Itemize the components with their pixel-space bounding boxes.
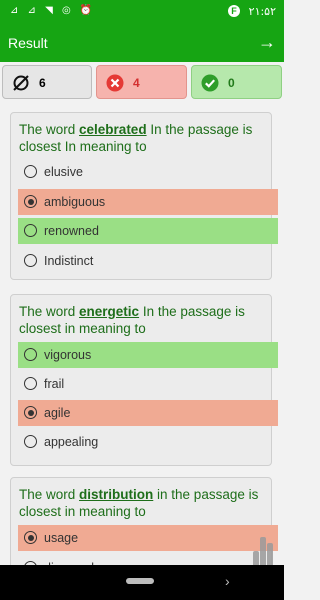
home-pill-icon[interactable] — [126, 578, 154, 584]
target-word: celebrated — [79, 122, 147, 137]
radio-button-selected[interactable] — [24, 195, 37, 208]
radio-button-selected[interactable] — [24, 531, 37, 544]
question-text: The word celebrated In the passage is cl… — [19, 122, 253, 154]
status-time: ۲۱:۵۲ — [248, 5, 276, 18]
page-title: Result — [8, 35, 48, 51]
status-bar: ⊿ ⊿ ◥ ◎ ⏰ F ۲۱:۵۲ — [0, 0, 284, 24]
app-badge-icon: F — [228, 5, 240, 17]
target-word: energetic — [79, 304, 140, 319]
question-card: The word celebrated In the passage is cl… — [10, 112, 278, 280]
target-word: distribution — [79, 487, 154, 502]
option-label: appealing — [44, 435, 99, 449]
skipped-count: 6 — [39, 76, 46, 90]
wrong-stat[interactable]: 4 — [96, 65, 187, 99]
option-label: renowned — [44, 224, 99, 238]
correct-count: 0 — [228, 76, 235, 90]
status-icons: ⊿ ⊿ ◥ ◎ ⏰ — [10, 5, 96, 16]
option-label: elusive — [44, 165, 83, 179]
question-text: The word distribution in the passage is … — [19, 487, 259, 519]
radio-button[interactable] — [24, 377, 37, 390]
app-bar: Result → — [0, 24, 284, 62]
option-frail[interactable]: frail — [18, 371, 278, 397]
option-vigorous[interactable]: vigorous — [18, 342, 278, 368]
x-circle-icon — [106, 74, 124, 92]
option-label: usage — [44, 531, 79, 545]
radio-button[interactable] — [24, 348, 37, 361]
option-label: vigorous — [44, 348, 92, 362]
option-ambiguous[interactable]: ambiguous — [18, 189, 278, 215]
option-indistinct[interactable]: Indistinct — [18, 248, 278, 274]
result-stats: 6 4 0 — [0, 64, 284, 102]
arrow-right-icon[interactable]: → — [258, 33, 276, 51]
option-label: frail — [44, 377, 65, 391]
radio-button[interactable] — [24, 165, 37, 178]
question-card: The word energetic In the passage is clo… — [10, 294, 278, 466]
skipped-stat[interactable]: 6 — [2, 65, 92, 99]
correct-stat[interactable]: 0 — [191, 65, 282, 99]
option-label: agile — [44, 406, 71, 420]
empty-set-icon — [13, 75, 29, 91]
option-appealing[interactable]: appealing — [18, 429, 278, 455]
option-renowned[interactable]: renowned — [18, 218, 278, 244]
radio-button[interactable] — [24, 254, 37, 267]
option-label: ambiguous — [44, 195, 106, 209]
radio-button[interactable] — [24, 435, 37, 448]
option-label: Indistinct — [44, 254, 94, 268]
radio-button-selected[interactable] — [24, 406, 37, 419]
option-usage[interactable]: usage — [18, 525, 278, 551]
question-text: The word energetic In the passage is clo… — [19, 304, 245, 336]
system-nav-bar: › — [0, 565, 284, 600]
option-elusive[interactable]: elusive — [18, 159, 278, 185]
chevron-right-icon[interactable]: › — [225, 573, 230, 589]
radio-button[interactable] — [24, 224, 37, 237]
option-agile[interactable]: agile — [18, 400, 278, 426]
wrong-count: 4 — [133, 76, 140, 90]
check-circle-icon — [201, 74, 219, 92]
